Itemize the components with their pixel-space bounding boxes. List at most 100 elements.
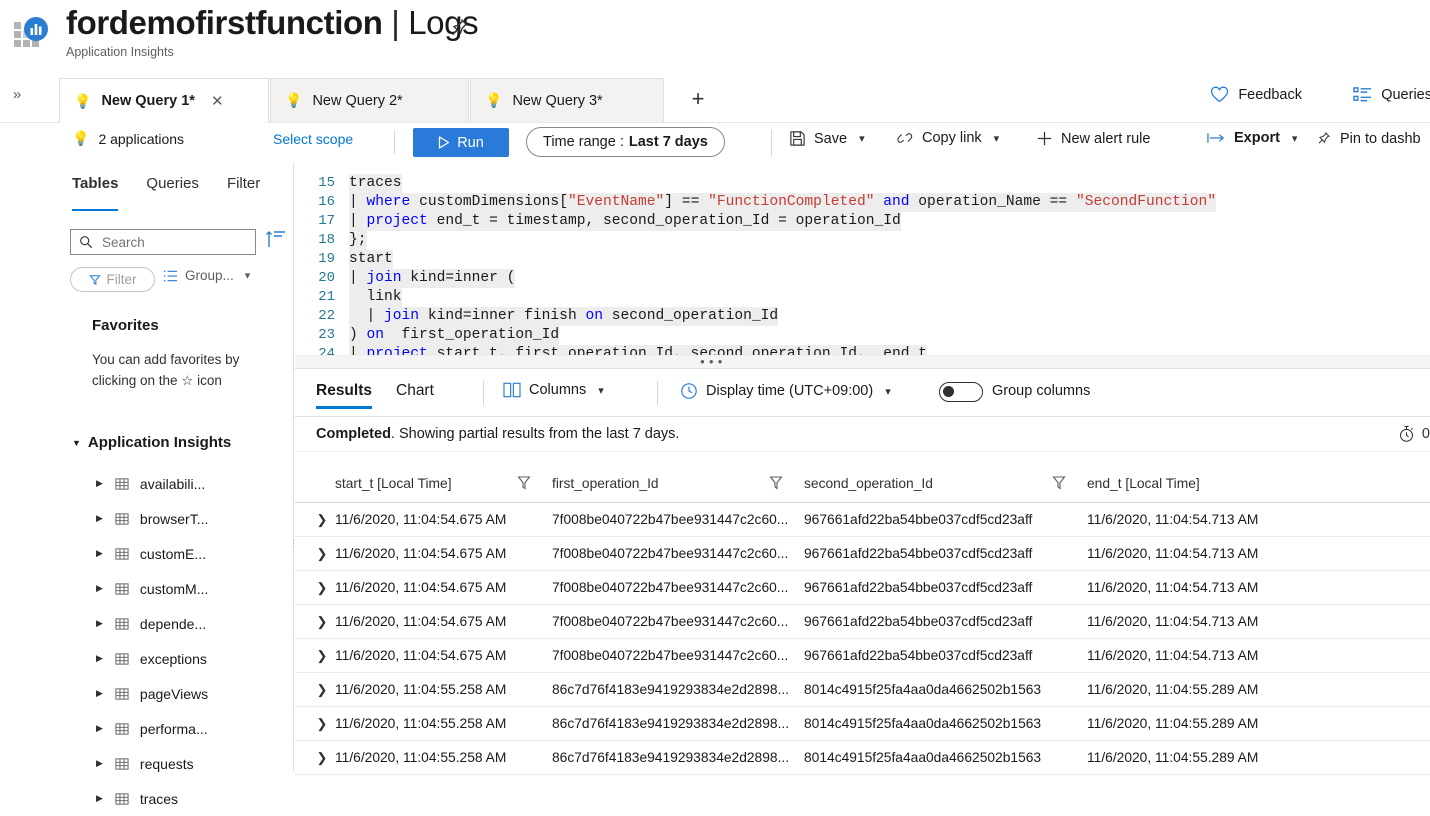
tab-tables[interactable]: Tables [72,175,119,211]
triangle-right-icon[interactable]: ▶ [96,653,103,664]
list-item[interactable]: ▶ customE... [0,536,294,571]
table-row[interactable]: ❯ 11/6/2020, 11:04:54.675 AM 7f008be040722… [295,537,1430,571]
list-item[interactable]: ▶ browserT... [0,501,294,536]
cell-first-operation-id: 7f008be040722b47bee931447c2c60... [552,512,789,527]
search-box[interactable] [70,229,256,255]
query-tab-1[interactable]: 💡 New Query 1* ✕ [59,78,269,123]
triangle-right-icon[interactable]: ▶ [96,688,103,699]
triangle-right-icon[interactable]: ▶ [96,478,103,489]
cell-second-operation-id: 967661afd22ba54bbe037cdf5cd23aff [804,512,1033,527]
tab-chart[interactable]: Chart [396,382,434,409]
group-by-button[interactable]: Group... ▾ [163,268,250,283]
queries-button[interactable]: Queries [1353,86,1430,103]
table-row[interactable]: ❯ 11/6/2020, 11:04:55.258 AM 86c7d76f4183e… [295,741,1430,775]
chevron-down-icon[interactable]: ▾ [859,132,865,145]
list-item[interactable]: ▶ requests [0,746,294,781]
query-editor[interactable]: 15 traces 16 | where customDimensions["Eve… [295,163,1430,359]
splitter-drag-handle[interactable]: ●●● [700,358,727,366]
table-row[interactable]: ❯ 11/6/2020, 11:04:55.258 AM 86c7d76f4183e… [295,707,1430,741]
list-item[interactable]: ▶ traces [0,781,294,816]
triangle-right-icon[interactable]: ▶ [96,758,103,769]
chevron-down-icon[interactable]: ▾ [1292,132,1298,145]
cell-start-t: 11/6/2020, 11:04:54.675 AM [335,546,507,561]
list-item[interactable]: ▶ depende... [0,606,294,641]
queries-label: Queries [1381,86,1430,103]
query-tab-3[interactable]: 💡 New Query 3* [470,78,664,122]
columns-button[interactable]: Columns ▾ [503,382,604,398]
code-line-16: 16 | where customDimensions["EventName"] … [318,193,1217,212]
group-columns-toggle[interactable] [939,382,983,402]
editor-top-mask [295,163,1430,172]
table-row[interactable]: ❯ 11/6/2020, 11:04:55.258 AM 86c7d76f4183e… [295,673,1430,707]
column-header-end-t[interactable]: end_t [Local Time] [1087,476,1347,491]
table-row[interactable]: ❯ 11/6/2020, 11:04:54.675 AM 7f008be040722… [295,639,1430,673]
add-query-tab-button[interactable]: + [684,86,712,114]
column-header-first-operation-id[interactable]: first_operation_Id [552,476,804,491]
list-item[interactable]: ▶ availabili... [0,466,294,501]
chevron-right-icon[interactable]: ❯ [295,512,335,528]
editor-results-splitter[interactable] [295,355,1430,369]
filter-pill-button[interactable]: Filter [70,267,155,292]
list-item[interactable]: ▶ pageViews [0,676,294,711]
results-view-tabs: Results Chart [316,378,458,412]
query-tab-2-label: New Query 2* [312,92,403,109]
export-button[interactable]: Export ▾ [1207,130,1297,146]
close-icon[interactable]: ✕ [211,92,224,110]
chevron-down-icon[interactable]: ▾ [598,384,604,397]
triangle-right-icon[interactable]: ▶ [96,548,103,559]
table-row[interactable]: ❯ 11/6/2020, 11:04:54.675 AM 7f008be040722… [295,503,1430,537]
tab-results[interactable]: Results [316,382,372,409]
funnel-icon[interactable] [769,475,783,491]
search-input[interactable] [100,233,240,251]
list-item[interactable]: ▶ exceptions [0,641,294,676]
chevron-down-icon[interactable]: ▾ [245,269,251,282]
triangle-right-icon[interactable]: ▶ [96,793,103,804]
list-item[interactable]: ▶ customM... [0,571,294,606]
funnel-icon[interactable] [1052,475,1066,491]
copy-link-button[interactable]: Copy link ▾ [896,130,999,146]
chevron-down-icon[interactable]: ▾ [885,385,891,398]
pin-to-dashboard-button[interactable]: Pin to dashb [1315,130,1421,147]
chevron-right-icon[interactable]: ❯ [295,546,335,562]
group-application-insights[interactable]: ▼ Application Insights [72,434,231,451]
results-status: Completed. Showing partial results from … [316,426,679,442]
pin-icon[interactable] [447,16,471,40]
triangle-right-icon[interactable]: ▶ [96,618,103,629]
double-chevron-right-icon[interactable]: » [6,84,28,106]
triangle-right-icon[interactable]: ▶ [96,723,103,734]
new-alert-rule-button[interactable]: New alert rule [1036,130,1150,147]
tables-panel-tabs: Tables Queries Filter [0,175,294,211]
chevron-right-icon[interactable]: ❯ [295,648,335,664]
feedback-button[interactable]: Feedback [1210,86,1302,103]
sort-icon[interactable] [265,229,287,251]
time-range-picker[interactable]: Time range : Last 7 days [526,127,725,157]
save-button[interactable]: Save ▾ [789,130,865,147]
scope-indicator[interactable]: 💡 2 applications [72,130,184,147]
table-row[interactable]: ❯ 11/6/2020, 11:04:54.675 AM 7f008be040722… [295,571,1430,605]
display-time-button[interactable]: Display time (UTC+09:00) ▾ [680,382,891,400]
cell-end-t: 11/6/2020, 11:04:55.289 AM [1087,750,1259,765]
tab-queries[interactable]: Queries [146,175,199,211]
chevron-right-icon[interactable]: ❯ [295,580,335,596]
list-item[interactable]: ▶ performa... [0,711,294,746]
list-item-label: requests [139,755,194,772]
chevron-down-icon[interactable]: ▾ [994,132,1000,145]
funnel-icon[interactable] [517,475,531,491]
triangle-right-icon[interactable]: ▶ [96,513,103,524]
run-button[interactable]: Run [413,128,509,157]
chevron-right-icon[interactable]: ❯ [295,716,335,732]
page-subtitle: Application Insights [66,45,174,59]
chevron-right-icon[interactable]: ❯ [295,682,335,698]
select-scope-link[interactable]: Select scope [273,131,353,147]
column-header-second-operation-id[interactable]: second_operation_Id [804,476,1087,491]
chevron-right-icon[interactable]: ❯ [295,750,335,766]
triangle-right-icon[interactable]: ▶ [96,583,103,594]
tab-filter[interactable]: Filter [227,175,260,211]
results-status-state: Completed [316,426,391,442]
code-line-24: 24 | project start_t, first_operation_Id,… [295,326,928,359]
query-tab-2[interactable]: 💡 New Query 2* [270,78,469,122]
column-header-start-t[interactable]: start_t [Local Time] [335,476,552,491]
table-row[interactable]: ❯ 11/6/2020, 11:04:54.675 AM 7f008be040722… [295,605,1430,639]
table-icon [115,512,129,525]
chevron-right-icon[interactable]: ❯ [295,614,335,630]
